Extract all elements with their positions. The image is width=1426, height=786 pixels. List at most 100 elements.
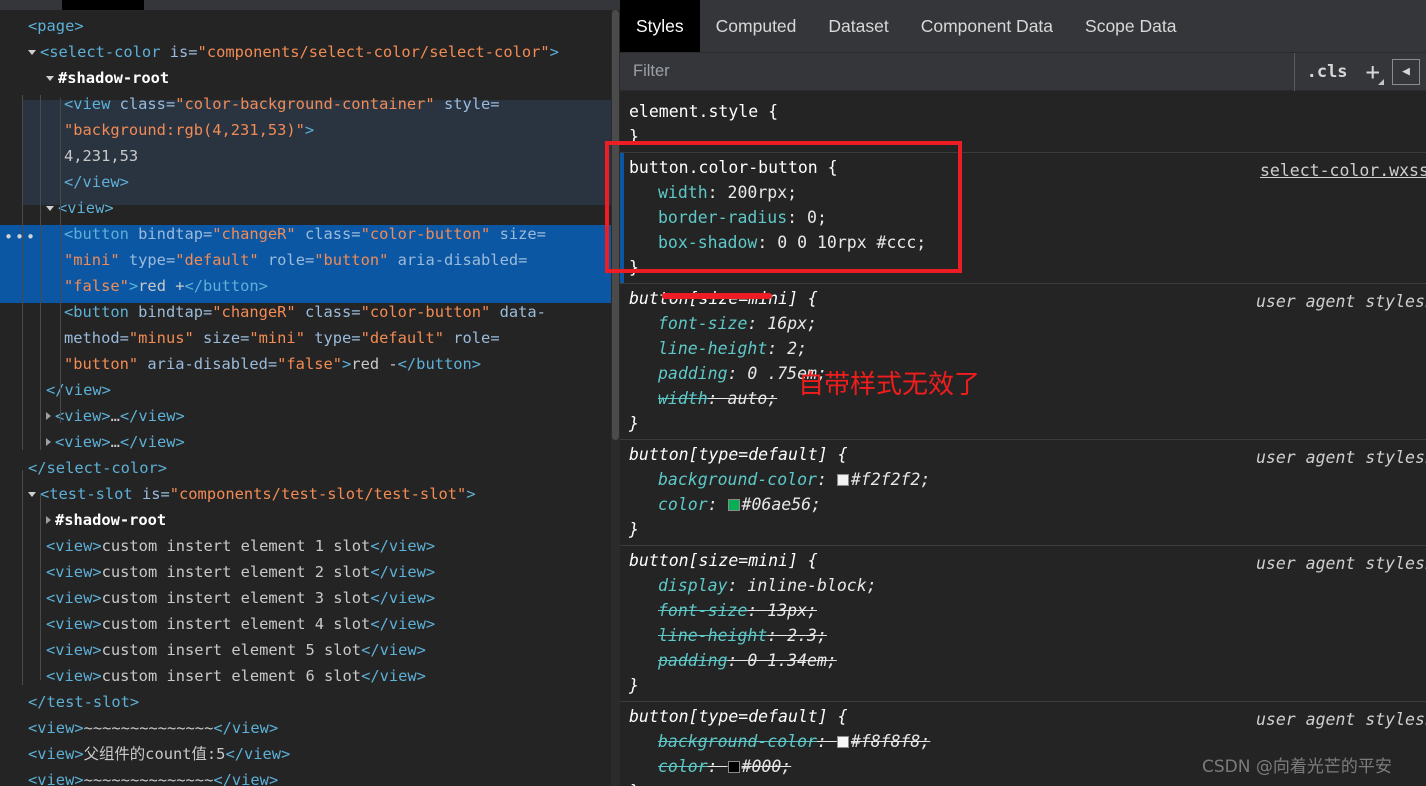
css-declaration[interactable]: line-height: 2.3; — [620, 623, 1426, 648]
chevron-down-icon[interactable] — [28, 49, 36, 55]
css-declaration[interactable]: line-height: 2; — [620, 336, 1426, 361]
dom-tree-row[interactable]: <view>custom instert element 3 slot</vie… — [0, 585, 620, 611]
css-selector-row[interactable]: button[size=mini] {user agent stylesheet — [620, 548, 1426, 573]
styles-tabbar[interactable]: Styles Computed Dataset Component Data Scope… — [620, 0, 1426, 53]
css-declaration[interactable]: background-color: #f8f8f8; — [620, 729, 1426, 754]
styles-filter-bar[interactable]: .cls + ◀ — [620, 52, 1426, 91]
chevron-down-icon[interactable] — [28, 491, 36, 497]
tab-styles[interactable]: Styles — [620, 0, 700, 52]
dom-tree-row[interactable]: <button bindtap="changeR" class="color-b… — [0, 299, 620, 325]
css-selector-row[interactable]: button.color-button {select-color.wxss — [620, 155, 1426, 180]
dom-tree-row[interactable]: #shadow-root — [0, 507, 620, 533]
dom-tree-row[interactable]: "mini" type="default" role="button" aria… — [0, 247, 620, 273]
css-rule-block[interactable]: button[type=default] {user agent stylesh… — [620, 440, 1426, 546]
css-declaration[interactable]: border-radius: 0; — [620, 205, 1426, 230]
tab-computed[interactable]: Computed — [700, 0, 813, 52]
css-property-value[interactable]: 16px; — [767, 314, 817, 333]
css-property-value[interactable]: inline-block; — [747, 576, 876, 595]
color-swatch-icon[interactable] — [727, 761, 740, 773]
css-property-value[interactable]: #000; — [742, 757, 792, 776]
css-property-name[interactable]: color — [658, 495, 708, 514]
dom-tree-row[interactable]: "button" aria-disabled="false">red -</bu… — [0, 351, 620, 377]
dom-tree-row[interactable]: 4,231,53 — [0, 143, 620, 169]
css-selector-row[interactable]: element.style { — [620, 99, 1426, 124]
css-property-name[interactable]: padding — [658, 651, 728, 670]
dom-tree-scrollbar[interactable] — [611, 10, 620, 786]
css-declaration[interactable]: color: #06ae56; — [620, 492, 1426, 517]
css-declaration[interactable]: box-shadow: 0 0 10rpx #ccc; — [620, 230, 1426, 255]
dom-tree-row[interactable]: </test-slot> — [0, 689, 620, 715]
css-property-name[interactable]: width — [658, 389, 708, 408]
dom-tree-row[interactable]: <view>…</view> — [0, 403, 620, 429]
dom-tree-row[interactable]: "background:rgb(4,231,53)"> — [0, 117, 620, 143]
css-property-value[interactable]: 2.3; — [787, 626, 827, 645]
css-property-value[interactable]: 13px; — [767, 601, 817, 620]
chevron-right-icon[interactable] — [46, 411, 51, 420]
active-tab-indicator[interactable] — [62, 0, 144, 10]
dom-tree-scroll-area[interactable]: ••• <page> <select-color is="components/s… — [0, 10, 620, 786]
tab-scope-data[interactable]: Scope Data — [1069, 0, 1192, 52]
css-declaration[interactable]: width: 200rpx; — [620, 180, 1426, 205]
dom-tree-scrollbar-thumb[interactable] — [612, 10, 619, 440]
tab-component-data[interactable]: Component Data — [905, 0, 1069, 52]
dom-tree-row[interactable]: </view> — [0, 377, 620, 403]
css-declaration[interactable]: font-size: 16px; — [620, 311, 1426, 336]
css-property-value[interactable]: 0; — [807, 208, 827, 227]
css-property-value[interactable]: auto; — [728, 389, 778, 408]
css-property-value[interactable]: 2; — [787, 339, 807, 358]
css-property-value[interactable]: #f8f8f8; — [851, 732, 930, 751]
css-property-name[interactable]: color — [658, 757, 708, 776]
css-selector-row[interactable]: button[type=default] {user agent stylesh… — [620, 442, 1426, 467]
css-property-name[interactable]: font-size — [658, 314, 747, 333]
elements-panel[interactable]: ••• <page> <select-color is="components/s… — [0, 0, 620, 786]
css-declaration[interactable]: width: auto; — [620, 386, 1426, 411]
css-property-name[interactable]: font-size — [658, 601, 747, 620]
dom-tree-row[interactable]: <test-slot is="components/test-slot/test… — [0, 481, 620, 507]
css-selector-row[interactable]: button[type=default] {user agent stylesh… — [620, 704, 1426, 729]
dom-tree-row[interactable]: <view>custom instert element 2 slot</vie… — [0, 559, 620, 585]
css-rule-block[interactable]: button[size=mini] {user agent stylesheet… — [620, 284, 1426, 440]
dom-tree-row[interactable]: </select-color> — [0, 455, 620, 481]
chevron-right-icon[interactable] — [46, 437, 51, 446]
css-rule-block[interactable]: element.style {} — [620, 97, 1426, 153]
dom-tree-row[interactable]: <select-color is="components/select-colo… — [0, 39, 620, 65]
color-swatch-icon[interactable] — [836, 736, 849, 748]
dom-tree-row[interactable]: <view>custom instert element 1 slot</vie… — [0, 533, 620, 559]
dom-tree-row[interactable]: #shadow-root — [0, 65, 620, 91]
styles-panel[interactable]: Styles Computed Dataset Component Data Scope… — [620, 0, 1426, 786]
css-property-value[interactable]: 0 0 10rpx #ccc; — [777, 233, 926, 252]
dom-tree-row[interactable]: method="minus" size="mini" type="default… — [0, 325, 620, 351]
chevron-down-icon[interactable] — [46, 205, 54, 211]
css-rule-block[interactable]: button.color-button {select-color.wxss wi… — [620, 153, 1426, 284]
dom-tree-row[interactable]: <view>父组件的count值:5</view> — [0, 741, 620, 767]
css-property-name[interactable]: background-color — [658, 732, 817, 751]
css-declaration[interactable]: padding: 0 1.34em; — [620, 648, 1426, 673]
css-property-name[interactable]: line-height — [658, 339, 767, 358]
css-property-name[interactable]: border-radius — [658, 208, 787, 227]
dom-tree-row[interactable]: "false">red +</button> — [0, 273, 620, 299]
sidebar-toggle-button[interactable]: ◀ — [1392, 58, 1420, 85]
chevron-down-icon[interactable] — [46, 75, 54, 81]
css-declaration[interactable]: font-size: 13px; — [620, 598, 1426, 623]
color-swatch-icon[interactable] — [836, 474, 849, 486]
dom-tree-row[interactable]: <view> — [0, 195, 620, 221]
filter-input[interactable] — [620, 52, 1294, 91]
tab-dataset[interactable]: Dataset — [812, 0, 904, 52]
dom-tree-row[interactable]: <view>~~~~~~~~~~~~~~</view> — [0, 715, 620, 741]
color-swatch-icon[interactable] — [727, 499, 740, 511]
css-property-name[interactable]: background-color — [658, 470, 817, 489]
css-property-value[interactable]: #06ae56; — [742, 495, 821, 514]
dom-tree-row[interactable]: <view>custom insert element 6 slot</view… — [0, 663, 620, 689]
dom-tree-row[interactable]: <button bindtap="changeR" class="color-b… — [0, 221, 620, 247]
dom-tree-row[interactable]: <view>custom instert element 4 slot</vie… — [0, 611, 620, 637]
dom-tree-row[interactable]: <page> — [0, 13, 620, 39]
css-property-name[interactable]: line-height — [658, 626, 767, 645]
new-style-rule-button[interactable]: + — [1360, 53, 1386, 91]
css-rules-list[interactable]: element.style {} button.color-button {sel… — [620, 91, 1426, 786]
css-property-name[interactable]: width — [658, 183, 708, 202]
css-property-name[interactable]: padding — [658, 364, 728, 383]
dom-tree-row[interactable]: </view> — [0, 169, 620, 195]
css-property-value[interactable]: 200rpx; — [728, 183, 798, 202]
css-property-name[interactable]: box-shadow — [658, 233, 757, 252]
css-selector[interactable]: element.style { — [629, 102, 778, 121]
